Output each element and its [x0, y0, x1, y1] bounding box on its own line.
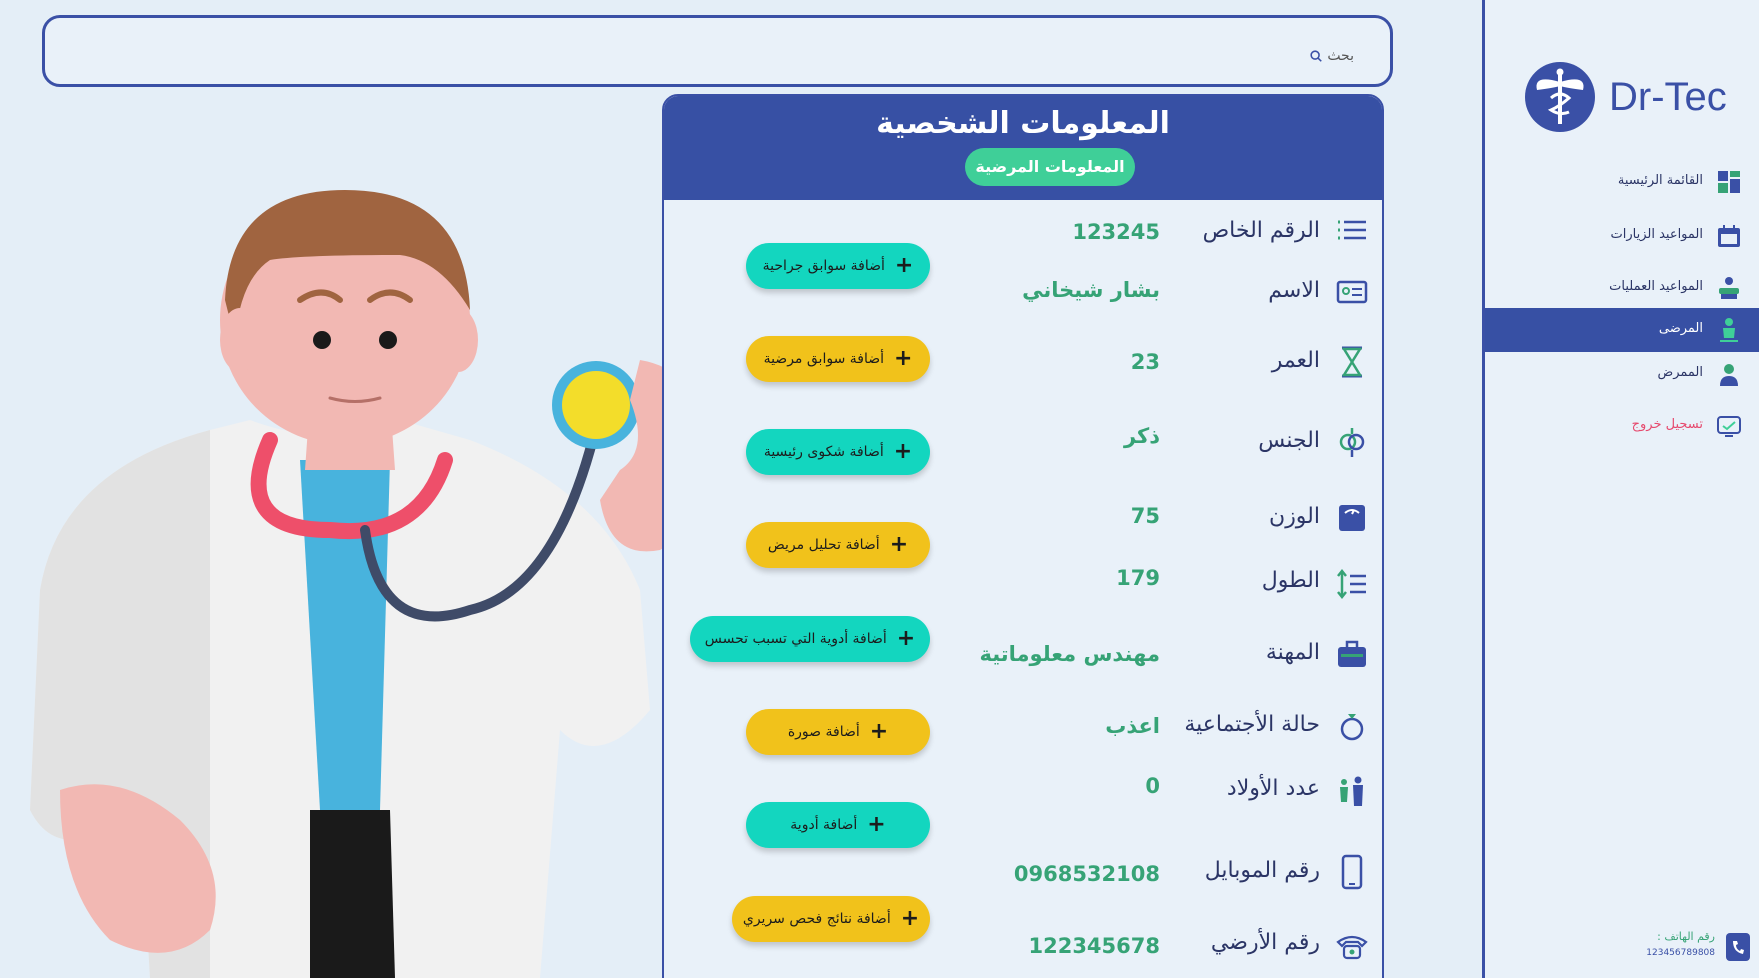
field-value: 23	[1130, 350, 1160, 374]
dashboard-icon	[1718, 171, 1740, 193]
plus-icon: +	[869, 719, 889, 744]
field-label: المهنة	[1265, 640, 1320, 665]
search-icon	[1310, 50, 1323, 62]
field-label: عدد الأولاد	[1226, 776, 1320, 801]
plus-icon: +	[894, 346, 913, 371]
button-label: أضافة شكوى رئيسية	[763, 444, 884, 460]
mobile-icon	[1341, 854, 1363, 890]
sidebar-item-visit-appointments[interactable]: المواعيد الزيارات	[1485, 214, 1759, 258]
field-label: الوزن	[1269, 504, 1320, 529]
button-label: أضافة أدوية التي تسبب تحسس	[704, 631, 887, 647]
field-value: بشار شيخاني	[1022, 278, 1160, 302]
calendar-icon	[1718, 225, 1740, 247]
sidebar-item-surgery-appointments[interactable]: المواعيد العمليات	[1485, 266, 1759, 310]
nurse-icon	[1720, 364, 1738, 386]
logout-icon	[1717, 416, 1741, 437]
field-value: 179	[1116, 566, 1160, 590]
sidebar-item-nurse[interactable]: الممرض	[1485, 352, 1759, 396]
field-label: رقم الأرضي	[1210, 930, 1320, 955]
button-label: أضافة أدوية	[790, 817, 858, 833]
field-value: مهندس معلوماتية	[979, 642, 1160, 666]
gender-icon	[1339, 428, 1365, 457]
field-label: الرقم الخاص	[1202, 218, 1320, 243]
sidebar-item-label: المواعيد الزيارات	[1610, 227, 1703, 242]
button-label: أضافة صورة	[787, 724, 860, 740]
sidebar-item-logout[interactable]: تسجيل خروج	[1485, 404, 1759, 448]
tab-medical-info[interactable]: المعلومات المرضية	[965, 148, 1135, 186]
sidebar-item-label: تسجيل خروج	[1631, 417, 1703, 432]
field-row-height: الطول 179	[664, 566, 1382, 606]
list-icon	[1338, 220, 1366, 240]
plus-icon: +	[889, 532, 909, 557]
sidebar-item-label: المرضى	[1658, 321, 1703, 336]
search-placeholder: بحث	[1309, 48, 1354, 64]
add-clinical-results-button[interactable]: + أضافة نتائج فحص سريري	[732, 896, 930, 942]
add-image-button[interactable]: + أضافة صورة	[746, 709, 930, 755]
family-icon	[1340, 776, 1363, 806]
hourglass-icon	[1341, 346, 1363, 378]
field-value: ذكر	[1123, 424, 1160, 448]
telephone-icon	[1336, 935, 1368, 960]
field-label: رقم الموبايل	[1204, 858, 1320, 883]
logo: Dr-Tec	[1523, 60, 1727, 134]
card-header: المعلومات الشخصية المعلومات المرضية	[664, 96, 1382, 200]
scale-icon	[1339, 505, 1365, 531]
button-label: أضافة تحليل مريض	[767, 537, 880, 553]
sidebar-item-label: القائمة الرئيسية	[1617, 173, 1703, 188]
sidebar: Dr-Tec القائمة الرئيسية المواعيد الزيارا…	[1482, 0, 1759, 978]
field-value: 122345678	[1028, 934, 1160, 958]
phone-number: 123456789808	[1646, 948, 1715, 958]
plus-icon: +	[896, 626, 916, 651]
field-label: الطول	[1261, 568, 1320, 593]
card-title: المعلومات الشخصية	[876, 106, 1170, 141]
field-label: العمر	[1271, 348, 1320, 373]
plus-icon: +	[893, 439, 913, 464]
patient-icon	[1720, 318, 1738, 342]
field-value: 0	[1145, 774, 1160, 798]
add-patient-analysis-button[interactable]: + أضافة تحليل مريض	[746, 522, 930, 568]
id-card-icon	[1336, 280, 1368, 304]
field-value: 0968532108	[1013, 862, 1160, 886]
sidebar-item-label: المواعيد العمليات	[1609, 279, 1703, 294]
briefcase-icon	[1338, 640, 1366, 667]
plus-icon: +	[867, 812, 886, 837]
doctor-illustration	[30, 190, 700, 978]
field-value: اعذب	[1105, 714, 1160, 738]
phone-icon	[1726, 933, 1750, 961]
button-label: أضافة نتائج فحص سريري	[742, 911, 891, 927]
field-label: حالة الأجتماعية	[1184, 712, 1320, 737]
add-allergy-medicines-button[interactable]: + أضافة أدوية التي تسبب تحسس	[690, 616, 930, 662]
sidebar-item-patients[interactable]: المرضى	[1485, 308, 1759, 352]
search-input[interactable]: بحث	[42, 15, 1393, 87]
phone-label: رقم الهاتف :	[1657, 930, 1715, 943]
search-placeholder-text: بحث	[1327, 48, 1354, 64]
add-main-complaint-button[interactable]: + أضافة شكوى رئيسية	[746, 429, 930, 475]
plus-icon: +	[894, 253, 914, 278]
add-medicines-button[interactable]: + أضافة أدوية	[746, 802, 930, 848]
surgery-icon	[1719, 277, 1739, 299]
brand-name: Dr-Tec	[1609, 74, 1727, 119]
height-icon	[1337, 568, 1366, 600]
ring-icon	[1340, 714, 1364, 741]
sidebar-item-label: الممرض	[1657, 365, 1704, 380]
field-label: الاسم	[1268, 278, 1320, 303]
add-medical-history-button[interactable]: + أضافة سوابق مرضية	[746, 336, 930, 382]
plus-icon: +	[900, 906, 920, 931]
field-value: 123245	[1072, 220, 1160, 244]
sidebar-item-dashboard[interactable]: القائمة الرئيسية	[1485, 160, 1759, 204]
field-row-mobile: رقم الموبايل 0968532108	[664, 854, 1382, 894]
field-label: الجنس	[1258, 428, 1320, 453]
field-value: 75	[1130, 504, 1160, 528]
contact-phone: رقم الهاتف : 123456789808	[1645, 928, 1755, 968]
caduceus-logo-icon	[1525, 62, 1595, 132]
button-label: أضافة سوابق جراحية	[762, 258, 885, 274]
button-label: أضافة سوابق مرضية	[763, 351, 884, 367]
add-surgical-history-button[interactable]: + أضافة سوابق جراحية	[746, 243, 930, 289]
